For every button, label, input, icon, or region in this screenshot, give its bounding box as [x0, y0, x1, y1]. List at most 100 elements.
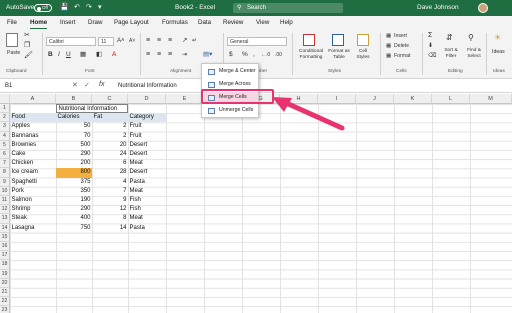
- table-cell[interactable]: Desert: [128, 168, 166, 177]
- table-cell[interactable]: 290: [56, 205, 92, 214]
- align-center-icon[interactable]: ≡: [157, 51, 161, 59]
- table-cell[interactable]: 800: [56, 168, 92, 178]
- insert-cells-button[interactable]: Insert: [394, 32, 407, 40]
- table-cell[interactable]: 4: [92, 178, 128, 187]
- table-cell[interactable]: Brownies: [10, 141, 56, 150]
- table-cell[interactable]: Pork: [10, 187, 56, 196]
- align-bottom-icon[interactable]: ≡: [168, 37, 172, 45]
- tab-review[interactable]: Review: [223, 18, 243, 28]
- align-top-icon[interactable]: ≡: [146, 37, 150, 45]
- merge-center-icon[interactable]: ▤▾: [203, 51, 212, 59]
- paste-icon[interactable]: [6, 33, 18, 47]
- column-header[interactable]: J: [356, 94, 394, 104]
- row-header[interactable]: 14: [0, 223, 10, 233]
- table-cell[interactable]: 190: [56, 196, 92, 205]
- font-size-select[interactable]: 11: [98, 37, 114, 46]
- decrease-font-icon[interactable]: A˅: [129, 37, 135, 45]
- table-cell[interactable]: Steak: [10, 214, 56, 223]
- row-header[interactable]: 5: [0, 140, 10, 150]
- sort-filter-icon[interactable]: ⇵: [446, 34, 453, 42]
- delete-cells-icon[interactable]: ▦: [386, 42, 391, 50]
- ideas-icon[interactable]: ☀: [494, 34, 501, 42]
- enter-icon[interactable]: ✓: [84, 81, 90, 89]
- cut-icon[interactable]: ✂: [24, 32, 30, 40]
- borders-icon[interactable]: ▦: [80, 51, 86, 59]
- table-cell[interactable]: Pasta: [128, 178, 166, 187]
- table-cell[interactable]: 14: [92, 224, 128, 233]
- header-cell-calories[interactable]: Calories: [56, 113, 92, 123]
- underline-icon[interactable]: U: [66, 51, 71, 59]
- row-header[interactable]: 1: [0, 104, 10, 114]
- table-cell[interactable]: 500: [56, 141, 92, 150]
- avatar[interactable]: [478, 3, 488, 13]
- percent-icon[interactable]: %: [242, 51, 248, 59]
- conditional-formatting-icon[interactable]: [303, 34, 315, 46]
- header-cell-food[interactable]: Food: [10, 113, 56, 123]
- table-cell[interactable]: Ice cream: [10, 168, 56, 177]
- table-cell[interactable]: 24: [92, 150, 128, 159]
- fill-icon[interactable]: ⬇: [428, 42, 433, 50]
- tab-home[interactable]: Home: [30, 18, 48, 29]
- table-cell[interactable]: 200: [56, 159, 92, 168]
- table-cell[interactable]: Pasta: [128, 224, 166, 233]
- header-cell-category[interactable]: Category: [128, 113, 166, 123]
- tab-help[interactable]: Help: [280, 18, 293, 28]
- row-header[interactable]: 8: [0, 168, 10, 178]
- table-cell[interactable]: 2: [92, 122, 128, 131]
- table-cell[interactable]: Lasagna: [10, 224, 56, 233]
- table-cell[interactable]: Salmon: [10, 196, 56, 205]
- ideas-button[interactable]: Ideas: [492, 48, 505, 56]
- table-cell[interactable]: 350: [56, 187, 92, 196]
- table-cell[interactable]: 290: [56, 150, 92, 159]
- autosave-toggle[interactable]: Off: [34, 4, 52, 12]
- row-header[interactable]: 9: [0, 177, 10, 187]
- undo-icon[interactable]: ↶: [74, 0, 80, 16]
- column-header[interactable]: M: [470, 94, 512, 104]
- header-cell-fat[interactable]: Fat: [92, 113, 128, 123]
- paste-button[interactable]: Paste: [7, 49, 20, 57]
- decrease-decimal-icon[interactable]: .00: [275, 51, 282, 59]
- table-cell[interactable]: Chicken: [10, 159, 56, 168]
- wrap-text-icon[interactable]: ↵: [192, 37, 197, 45]
- table-cell[interactable]: 375: [56, 178, 92, 187]
- tab-insert[interactable]: Insert: [60, 18, 75, 28]
- table-cell[interactable]: Apples: [10, 122, 56, 131]
- table-cell[interactable]: 6: [92, 159, 128, 168]
- copy-icon[interactable]: ❐: [24, 42, 30, 50]
- column-header[interactable]: B: [56, 94, 92, 104]
- row-header[interactable]: 21: [0, 288, 10, 298]
- align-middle-icon[interactable]: ≡: [157, 37, 161, 45]
- table-cell[interactable]: Shrimp: [10, 205, 56, 214]
- table-cell[interactable]: Meat: [128, 187, 166, 196]
- tab-file[interactable]: File: [7, 18, 17, 28]
- tab-page-layout[interactable]: Page Layout: [114, 18, 149, 28]
- column-header[interactable]: A: [10, 94, 56, 104]
- redo-icon[interactable]: ↷: [86, 0, 92, 16]
- find-select-button[interactable]: Find & Select: [463, 48, 485, 60]
- font-color-icon[interactable]: A: [112, 51, 116, 59]
- table-cell[interactable]: 20: [92, 141, 128, 150]
- row-header[interactable]: 3: [0, 122, 10, 132]
- table-cell[interactable]: Desert: [128, 150, 166, 159]
- table-cell[interactable]: Fish: [128, 196, 166, 205]
- table-cell[interactable]: Bannanas: [10, 132, 56, 141]
- customize-toolbar-icon[interactable]: ▾: [98, 0, 102, 16]
- table-cell[interactable]: 9: [92, 196, 128, 205]
- row-header[interactable]: 20: [0, 278, 10, 288]
- table-cell[interactable]: Cake: [10, 150, 56, 159]
- row-header[interactable]: 22: [0, 297, 10, 307]
- table-cell[interactable]: 28: [92, 168, 128, 177]
- delete-cells-button[interactable]: Delete: [394, 42, 409, 50]
- select-all-corner[interactable]: [0, 94, 10, 104]
- row-header[interactable]: 2: [0, 113, 10, 123]
- merged-header-cell[interactable]: Nutritional Information: [56, 104, 128, 114]
- font-name-select[interactable]: Calibri: [46, 37, 96, 46]
- row-header[interactable]: 19: [0, 269, 10, 279]
- insert-function-icon[interactable]: fx: [99, 81, 104, 88]
- table-cell[interactable]: Fruit: [128, 122, 166, 131]
- name-box[interactable]: B1: [2, 82, 52, 91]
- align-left-icon[interactable]: ≡: [146, 51, 150, 59]
- row-header[interactable]: 10: [0, 186, 10, 196]
- italic-icon[interactable]: I: [58, 51, 60, 59]
- worksheet-grid[interactable]: A B C D E F G H I J K L M 12345678910111…: [0, 94, 512, 313]
